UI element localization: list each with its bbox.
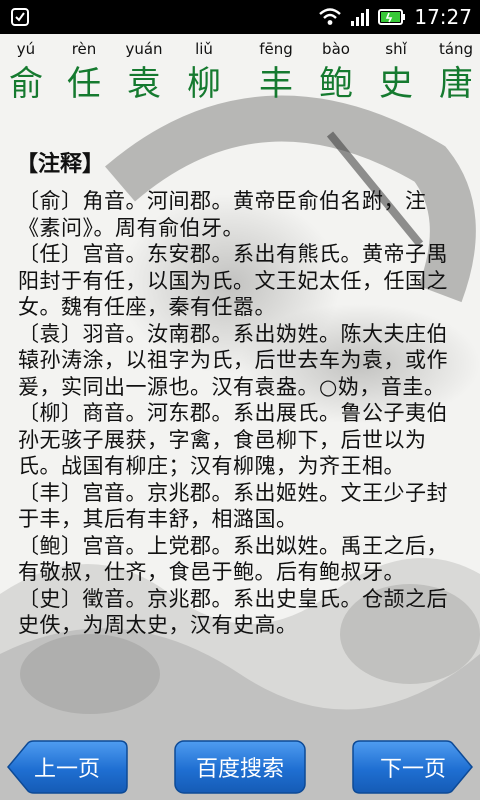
status-time: 17:27 bbox=[414, 5, 472, 29]
hanzi-1: 俞 bbox=[9, 64, 43, 104]
baidu-search-label: 百度搜索 bbox=[195, 757, 284, 782]
hanzi-5: 丰 bbox=[259, 64, 293, 104]
annotation-entry-yuan: 〔袁〕羽音。汝南郡。系出妫姓。陈大夫庄伯辕孙涛涂，以祖字为氏，后世去车为袁，或作… bbox=[18, 321, 448, 399]
wifi-icon bbox=[319, 8, 342, 25]
next-page-label: 下一页 bbox=[379, 757, 446, 782]
annotation-heading: 【注释】 bbox=[18, 152, 105, 177]
annotation-entry-yu: 〔俞〕角音。河间郡。黄帝臣俞伯名跗，注《素问》。周有俞伯牙。 bbox=[18, 189, 427, 240]
annotation-entry-bao: 〔鲍〕宫音。上党郡。系出姒姓。禹王之后，有敬叔，仕齐，食邑于鲍。后有鲍叔牙。 bbox=[18, 533, 448, 585]
annotation-entry-shi: 〔史〕徵音。京兆郡。系出史皇氏。仓颉之后史佚，为周太史，汉有史高。 bbox=[18, 586, 448, 638]
pinyin-2: rèn bbox=[71, 40, 97, 58]
pinyin-1: yú bbox=[16, 40, 36, 58]
prev-page-label: 上一页 bbox=[33, 757, 100, 782]
hanzi-8: 唐 bbox=[439, 64, 473, 104]
signal-icon bbox=[351, 9, 370, 26]
hanzi-6: 鲍 bbox=[319, 64, 353, 104]
annotation-entry-ren: 〔任〕宫音。东安郡。系出有熊氏。黄帝子禺阳封于有任，以国为氏。文王妃太任，任国之… bbox=[18, 242, 448, 319]
hanzi-4: 柳 bbox=[187, 64, 221, 104]
pinyin-7: shǐ bbox=[385, 40, 407, 58]
pinyin-6: bào bbox=[322, 40, 350, 58]
pinyin-8: táng bbox=[438, 40, 474, 58]
status-bar: 17:27 bbox=[0, 0, 480, 34]
battery-icon bbox=[378, 9, 406, 25]
annotation-entry-feng: 〔丰〕宫音。京兆郡。系出姬姓。文王少子封于丰，其后有丰舒，相潞国。 bbox=[18, 480, 448, 532]
title-hanzi-row: 俞 任 袁 柳 丰 鲍 史 唐 bbox=[0, 62, 480, 106]
next-page-button[interactable]: 下一页 bbox=[352, 740, 474, 794]
pinyin-5: fēng bbox=[259, 40, 293, 58]
prev-page-button[interactable]: 上一页 bbox=[6, 740, 128, 794]
hanzi-2: 任 bbox=[67, 64, 101, 104]
title-pinyin-row: yú rèn yuán liǔ fēng bào shǐ táng bbox=[0, 40, 480, 62]
baidu-search-button[interactable]: 百度搜索 bbox=[174, 740, 306, 794]
pinyin-4: liǔ bbox=[195, 40, 213, 58]
pinyin-3: yuán bbox=[125, 40, 163, 58]
hanzi-3: 袁 bbox=[127, 64, 161, 104]
hanzi-7: 史 bbox=[379, 64, 413, 104]
annotation-entry-liu: 〔柳〕商音。河东郡。系出展氏。鲁公子夷伯孙无骇子展获，字禽，食邑柳下，后世以为氏… bbox=[18, 401, 448, 478]
notification-icon bbox=[11, 8, 29, 26]
annotation-content[interactable]: 【注释】 〔俞〕角音。河间郡。黄帝臣俞伯名跗，注《素问》。周有俞伯牙。 〔任〕宫… bbox=[18, 150, 458, 732]
